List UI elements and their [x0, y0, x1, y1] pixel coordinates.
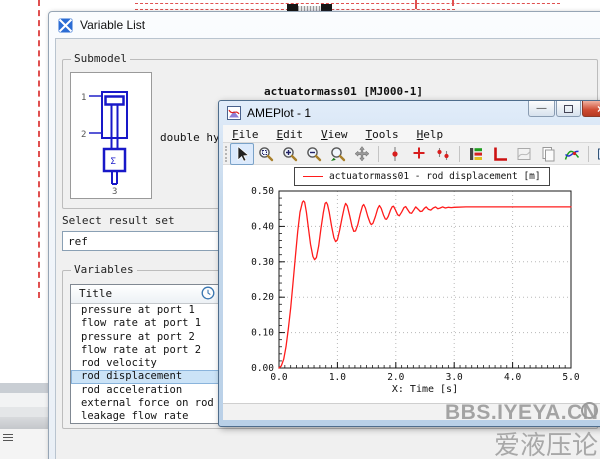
svg-text:X: Time [s]: X: Time [s]: [392, 384, 458, 395]
menu-help[interactable]: Help: [408, 128, 453, 141]
svg-text:5.0: 5.0: [562, 372, 579, 383]
toolbar-grip: [225, 146, 227, 162]
background-menu-icon: [3, 434, 13, 441]
plot-disabled-tool-icon[interactable]: [512, 143, 536, 165]
ameplot-icon: [227, 106, 241, 120]
selection-marquee-vertical: [38, 0, 40, 298]
copy-plot-tool-icon[interactable]: [536, 143, 560, 165]
maximize-icon: [564, 105, 573, 113]
svg-text:0.40: 0.40: [251, 221, 274, 232]
svg-text:3.0: 3.0: [446, 372, 463, 383]
mass-symbol: Σ: [111, 157, 116, 167]
new-plot-tool-icon[interactable]: [488, 143, 512, 165]
ameplot-window: AMEPlot - 1 — × FileEditViewToolsHelp ac…: [218, 100, 600, 427]
toolbar-separator: [459, 146, 460, 162]
menu-file[interactable]: File: [223, 128, 268, 141]
background-window-strip: [0, 383, 48, 393]
toolbar-separator: [378, 146, 379, 162]
background-window-strip: [0, 407, 48, 417]
toolbar-items: [230, 143, 600, 165]
legend-line-sample: [303, 176, 323, 177]
pan-tool-icon[interactable]: [350, 143, 374, 165]
selection-marquee-line: [415, 0, 417, 9]
port-label-1: 1: [81, 93, 86, 103]
svg-text:0.00: 0.00: [251, 363, 274, 374]
marker-tool-icon[interactable]: [383, 143, 407, 165]
menu-view[interactable]: View: [312, 128, 357, 141]
submodel-group-label: Submodel: [71, 52, 130, 65]
watermark-text: BBS.IYEYA.CN: [445, 401, 597, 425]
maximize-button[interactable]: [556, 101, 581, 117]
zoom-window-tool-icon[interactable]: [254, 143, 278, 165]
plot-legend[interactable]: actuatormass01 - rod displacement [m]: [294, 167, 550, 186]
submodel-thumbnail: 1 2 Σ 3: [70, 72, 152, 199]
close-button[interactable]: ×: [582, 101, 600, 117]
zoom-in-tool-icon[interactable]: [278, 143, 302, 165]
plot-area: actuatormass01 - rod displacement [m] 0.…: [223, 165, 600, 403]
double-marker-tool-icon[interactable]: [431, 143, 455, 165]
menu-edit[interactable]: Edit: [268, 128, 313, 141]
selection-marquee-line: [135, 3, 560, 4]
menu-items: FileEditViewToolsHelp: [223, 125, 452, 143]
variable-list-icon: [58, 18, 73, 33]
svg-text:0.50: 0.50: [251, 186, 274, 197]
svg-text:4.0: 4.0: [504, 372, 521, 383]
menu-bar: FileEditViewToolsHelp: [223, 125, 600, 143]
zoom-previous-tool-icon[interactable]: [326, 143, 350, 165]
screen: Variable List Submodel 1 2 Σ: [0, 0, 600, 459]
toolbar-separator: [588, 146, 589, 162]
svg-text:0.10: 0.10: [251, 328, 274, 339]
submodel-name: actuatormass01 [MJ000-1]: [264, 85, 423, 98]
zoom-out-tool-icon[interactable]: [302, 143, 326, 165]
watermark-badge-icon: [581, 402, 598, 419]
plot-list-tool-icon[interactable]: [464, 143, 488, 165]
export-plot-tool-icon[interactable]: [593, 143, 600, 165]
multi-curve-tool-icon[interactable]: [560, 143, 584, 165]
window-title: AMEPlot - 1: [247, 106, 311, 120]
result-set-label: Select result set: [62, 214, 175, 227]
minimize-button[interactable]: —: [528, 101, 555, 117]
variables-group-label: Variables: [71, 263, 137, 276]
cross-marker-tool-icon[interactable]: [407, 143, 431, 165]
port-label-3: 3: [112, 187, 117, 197]
background-window-strip: [0, 393, 48, 407]
svg-text:1.0: 1.0: [329, 372, 346, 383]
svg-text:0.30: 0.30: [251, 257, 274, 268]
port-label-2: 2: [81, 130, 86, 140]
actuator-schematic: 1 2 Σ 3: [71, 73, 151, 198]
legend-label: actuatormass01 - rod displacement [m]: [329, 171, 541, 182]
watermark-text-cn: 爱液压论坛: [494, 425, 600, 459]
background-window-strip: [0, 417, 48, 429]
variable-list-titlebar[interactable]: Variable List: [49, 12, 600, 38]
svg-text:2.0: 2.0: [387, 372, 404, 383]
pointer-tool-icon[interactable]: [230, 143, 254, 165]
plot-canvas[interactable]: 0.01.02.03.04.05.00.000.100.200.300.400.…: [223, 165, 600, 403]
svg-text:0.20: 0.20: [251, 292, 274, 303]
column-header-title: Title: [79, 287, 112, 300]
clock-icon[interactable]: [201, 286, 215, 300]
toolbar: [223, 143, 600, 165]
menu-tools[interactable]: Tools: [357, 128, 408, 141]
window-title: Variable List: [80, 18, 145, 32]
